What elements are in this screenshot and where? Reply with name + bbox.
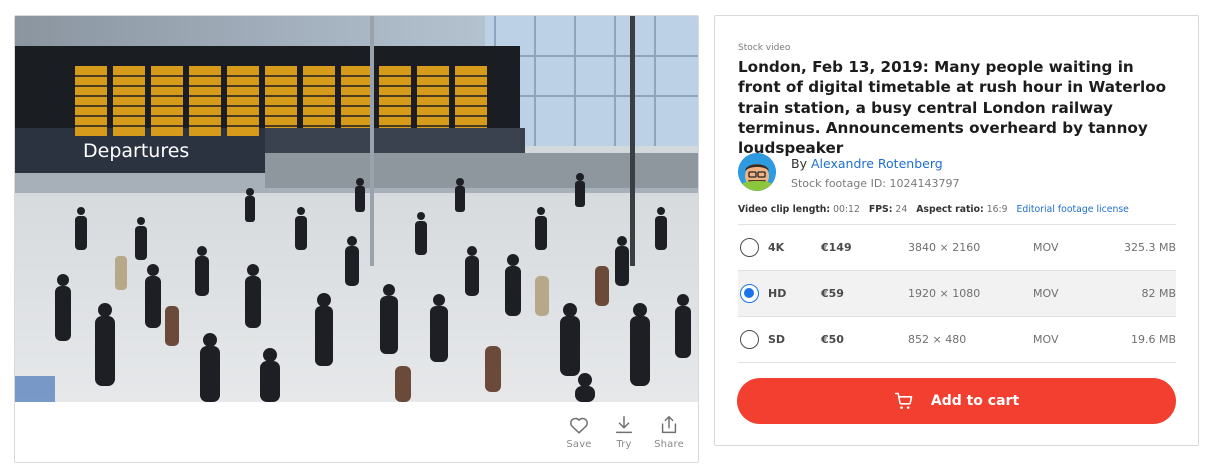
footage-id: Stock footage ID: 1024143797 [791, 177, 960, 190]
author-byline: By Alexandre Rotenberg [791, 156, 943, 171]
save-label: Save [566, 439, 592, 450]
save-button[interactable]: Save [559, 414, 599, 450]
option-resolution: SD [768, 333, 786, 346]
option-price: €59 [821, 287, 844, 300]
author-row: By Alexandre Rotenberg Stock footage ID:… [738, 153, 1178, 193]
radio-sd[interactable] [740, 330, 759, 349]
clip-metadata: Video clip length: 00:12 FPS: 24 Aspect … [738, 204, 1129, 215]
option-format: MOV [1033, 333, 1059, 346]
aspect-ratio-label: Aspect ratio: [916, 204, 984, 215]
content-type-label: Stock video [738, 43, 791, 53]
option-dimensions: 852 × 480 [908, 333, 967, 346]
resolution-options: 4K €149 3840 × 2160 MOV 325.3 MB HD €59 … [738, 224, 1176, 363]
option-dimensions: 3840 × 2160 [908, 241, 981, 254]
add-to-cart-button[interactable]: Add to cart [737, 378, 1176, 424]
option-hd[interactable]: HD €59 1920 × 1080 MOV 82 MB [738, 271, 1176, 317]
download-icon [615, 416, 633, 434]
option-file-size: 19.6 MB [1130, 333, 1176, 346]
departures-sign: Departures [83, 140, 189, 162]
video-preview-card: Departures Save Try Share [14, 15, 699, 463]
heart-icon [570, 417, 588, 434]
radio-4k[interactable] [740, 238, 759, 257]
option-resolution: 4K [768, 241, 785, 254]
try-label: Try [616, 439, 632, 450]
share-button[interactable]: Share [649, 414, 689, 450]
aspect-ratio-value: 16:9 [986, 204, 1008, 215]
fps-value: 24 [895, 204, 908, 215]
author-link[interactable]: Alexandre Rotenberg [811, 156, 943, 171]
option-file-size: 82 MB [1141, 287, 1176, 300]
option-price: €50 [821, 333, 844, 346]
fps-label: FPS: [868, 204, 893, 215]
author-prefix: By [791, 156, 807, 171]
radio-hd[interactable] [740, 284, 759, 303]
video-detail-card: Stock video London, Feb 13, 2019: Many p… [714, 15, 1199, 446]
clip-length-label: Video clip length: [738, 204, 831, 215]
option-resolution: HD [768, 287, 787, 300]
share-label: Share [654, 439, 684, 450]
option-sd[interactable]: SD €50 852 × 480 MOV 19.6 MB [738, 317, 1176, 363]
preview-action-bar: Save Try Share [15, 402, 698, 462]
try-button[interactable]: Try [604, 414, 644, 450]
option-file-size: 325.3 MB [1123, 241, 1176, 254]
add-to-cart-label: Add to cart [930, 393, 1020, 409]
option-price: €149 [821, 241, 852, 254]
clip-length-value: 00:12 [833, 204, 860, 215]
video-title: London, Feb 13, 2019: Many people waitin… [738, 58, 1167, 158]
license-link[interactable]: Editorial footage license [1017, 204, 1129, 215]
option-dimensions: 1920 × 1080 [908, 287, 981, 300]
cart-icon [894, 392, 913, 409]
video-thumbnail[interactable]: Departures [15, 16, 698, 402]
avatar[interactable] [738, 153, 776, 191]
option-format: MOV [1033, 241, 1059, 254]
share-icon [661, 416, 677, 434]
option-4k[interactable]: 4K €149 3840 × 2160 MOV 325.3 MB [738, 225, 1176, 271]
option-format: MOV [1033, 287, 1059, 300]
